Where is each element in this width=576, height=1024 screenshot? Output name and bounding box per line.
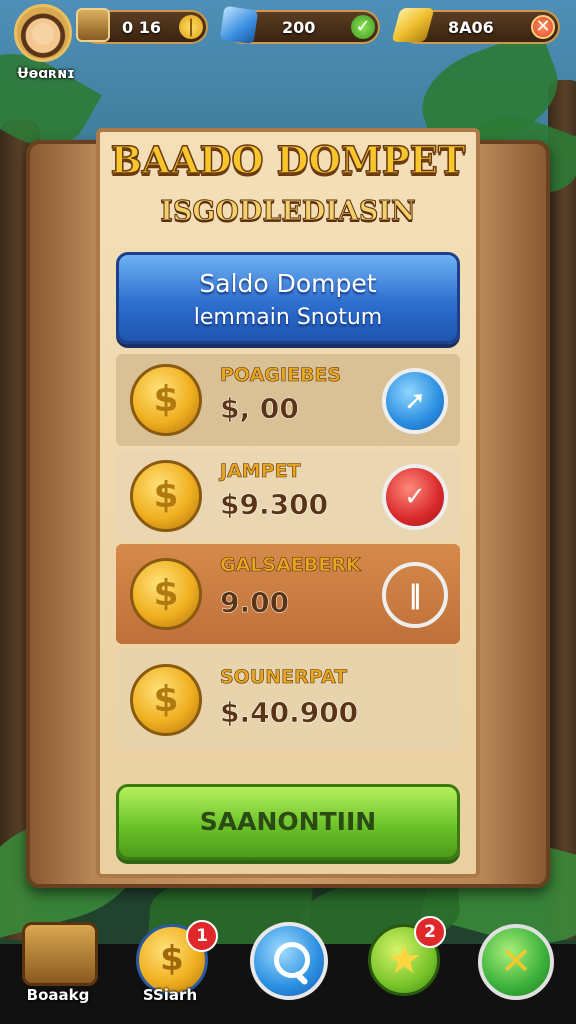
wallet-row-label: GALSAEBERK <box>220 554 361 577</box>
player-name: Ʉɵɑʀɴɪ <box>17 66 75 82</box>
blue-arrow-icon[interactable]: ➚ <box>382 368 448 434</box>
coin-dollar-icon: $ <box>130 460 202 532</box>
wallet-row-label: JAMPET <box>220 460 301 483</box>
blue-bar-icon[interactable]: ‖ <box>382 562 448 628</box>
close-icon[interactable]: ✕ <box>478 924 554 1000</box>
panel-title: BAADO DOMPET <box>110 137 466 183</box>
balance-button-subtitle: lemmain Snotum <box>193 305 383 330</box>
wallet-row[interactable]: $ SOUNERPAT $.40.900 <box>116 650 460 750</box>
gold-bar-icon <box>391 8 435 42</box>
balance-button[interactable]: Saldo Dompet lemmain Snotum <box>116 252 460 344</box>
balance-button-title: Saldo Dompet <box>199 269 377 298</box>
search-icon[interactable] <box>250 922 328 1000</box>
notification-badge: 1 <box>186 920 218 952</box>
coin-resource: 0 16 | <box>76 8 208 44</box>
nav-label-shop: SSiarh <box>142 986 198 1004</box>
gem-resource-value: 200 <box>282 18 316 37</box>
wallet-row-value: 9.00 <box>220 586 290 620</box>
wallet-row-selected[interactable]: $ GALSAEBERK 9.00 ‖ <box>116 544 460 644</box>
coin-dollar-icon: $ <box>130 664 202 736</box>
coin-dollar-icon: $ <box>130 364 202 436</box>
wallet-row[interactable]: $ POAGIEBES $, 00 ➚ <box>116 354 460 446</box>
wallet-row-value: $9.300 <box>220 488 329 522</box>
player-avatar[interactable] <box>14 4 72 62</box>
top-hud: Ʉɵɑʀɴɪ 0 16 | 200 ✓ 8A06 ✕ <box>0 0 576 82</box>
red-check-icon[interactable]: ✓ <box>382 464 448 530</box>
gold-resource-value: 8A06 <box>448 18 494 37</box>
chest-coin-icon <box>76 8 110 42</box>
wallet-row-label: POAGIEBES <box>220 364 342 387</box>
wallet-row-value: $, 00 <box>220 392 299 426</box>
gem-resource: 200 ✓ <box>219 5 380 45</box>
coin-resource-value: 0 16 <box>122 18 161 37</box>
wallet-row-label: SOUNERPAT <box>220 666 348 689</box>
wallet-row-value: $.40.900 <box>220 696 359 730</box>
panel-subtitle: ISGODLEDIASIN <box>160 196 417 228</box>
close-button[interactable]: ✕ <box>531 15 555 39</box>
notification-badge: 2 <box>414 916 446 948</box>
gem-add-button[interactable]: ✓ <box>351 15 375 39</box>
confirm-button[interactable]: SAANONTIIN <box>116 784 460 860</box>
wallet-list: $ POAGIEBES $, 00 ➚ $ JAMPET $9.300 ✓ $ … <box>116 354 460 752</box>
wallet-row[interactable]: $ JAMPET $9.300 ✓ <box>116 450 460 542</box>
treasure-chest-icon[interactable] <box>22 922 98 986</box>
nav-label-storage: Boaakg <box>26 986 90 1004</box>
coin-add-button[interactable]: | <box>179 15 203 39</box>
player-face-icon <box>32 23 54 45</box>
coin-dollar-icon: $ <box>130 558 202 630</box>
bottom-nav: Boaakg $ 1 SSiarh ★ 2 ✕ <box>0 916 576 1024</box>
blue-gem-icon <box>219 5 259 45</box>
gold-resource: 8A06 ✕ <box>391 8 560 44</box>
